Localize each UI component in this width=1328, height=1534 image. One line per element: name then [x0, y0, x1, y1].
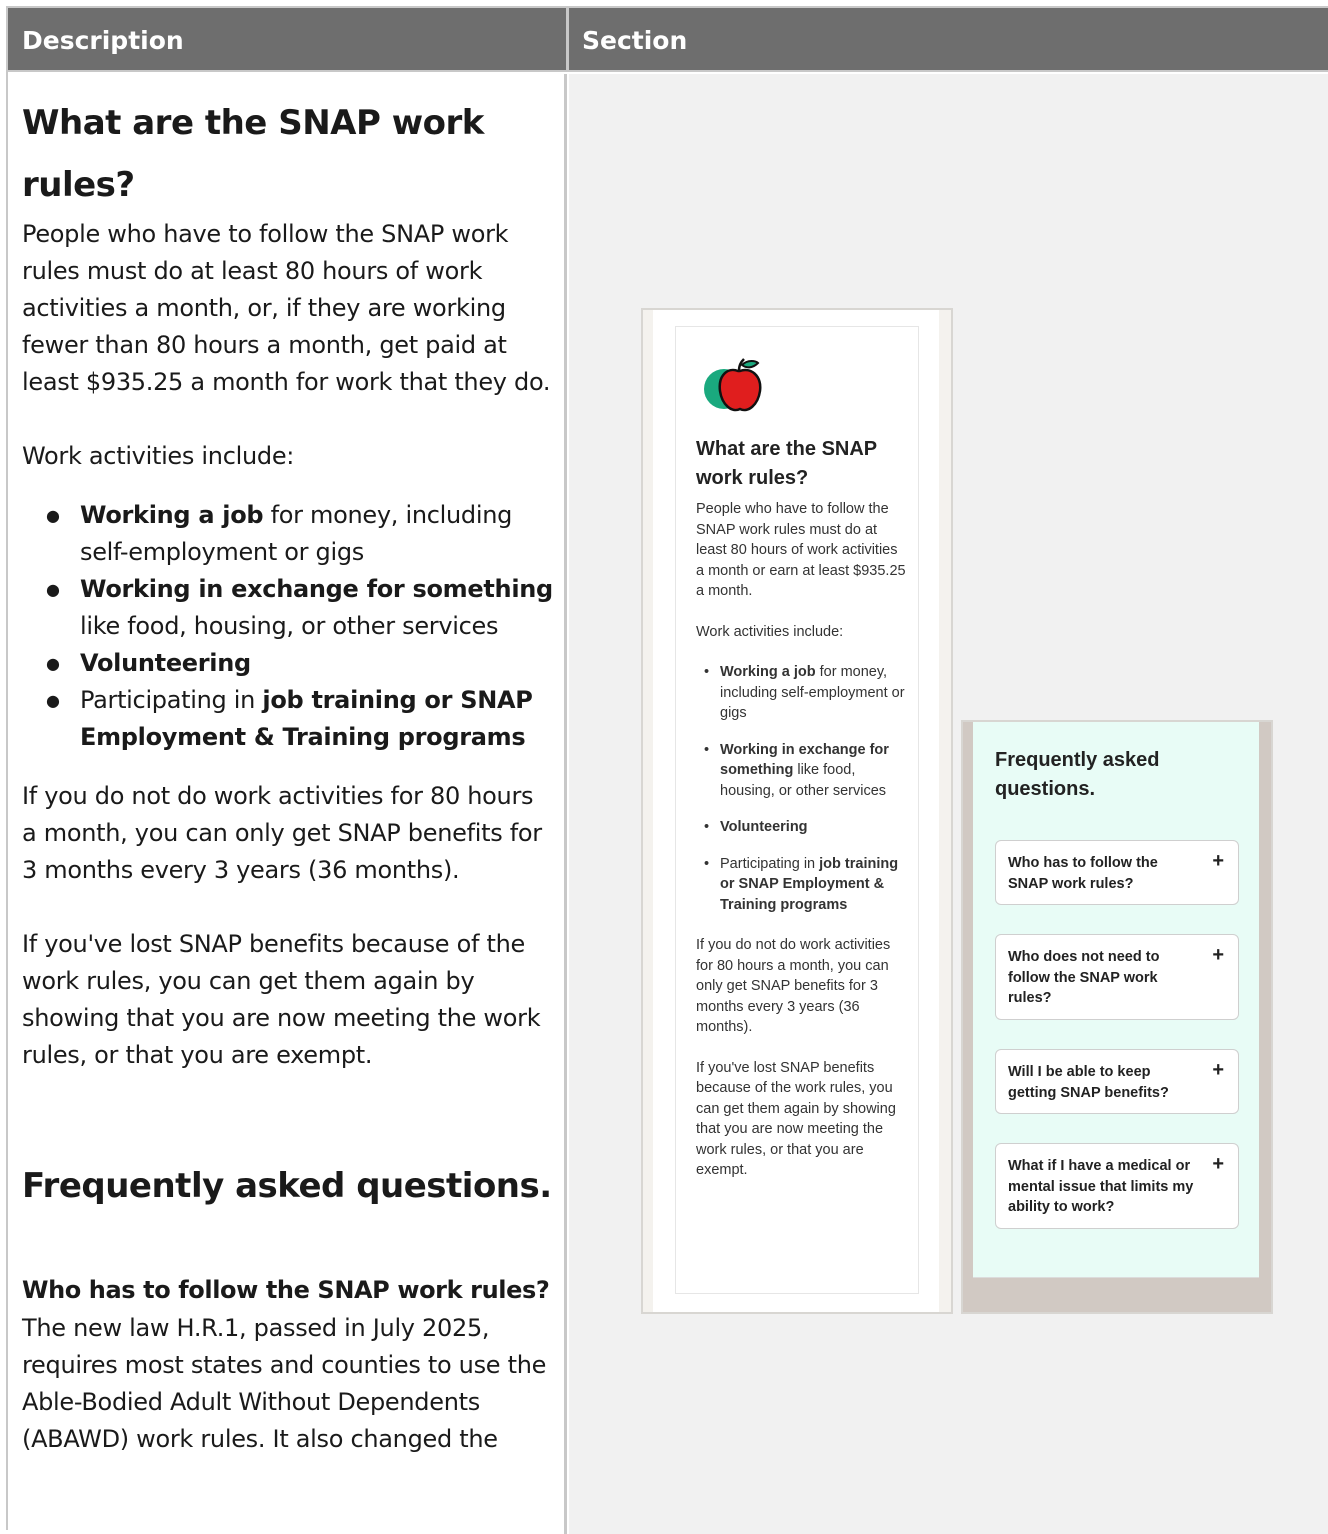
- list-item: Participating in job training or SNAP Em…: [704, 854, 906, 916]
- activities-list: Working a job for money, including self-…: [22, 497, 553, 756]
- rules-card-lost: If you've lost SNAP benefits because of …: [696, 1059, 896, 1179]
- header-description: Description: [22, 26, 184, 55]
- faq-heading: Frequently asked questions.: [22, 1166, 552, 1206]
- lost-benefits-text: If you've lost SNAP benefits because of …: [22, 930, 541, 1069]
- activities-label: Work activities include:: [22, 442, 295, 470]
- faq-answer-1: The new law H.R.1, passed in July 2025, …: [22, 1314, 547, 1453]
- list-item: Participating in job training or SNAP Em…: [46, 682, 553, 756]
- faq-panel-title: Frequently asked questions.: [995, 749, 1160, 800]
- faq-accordion-item[interactable]: Who has to follow the SNAP work rules? +: [995, 840, 1239, 905]
- limit-text: If you do not do work activities for 80 …: [22, 782, 542, 884]
- rules-card-activities-label: Work activities include:: [696, 623, 844, 640]
- faq-question-1: Who has to follow the SNAP work rules?: [22, 1276, 550, 1304]
- plus-icon[interactable]: +: [1212, 851, 1224, 871]
- rules-card-limit: If you do not do work activities for 80 …: [696, 937, 891, 1035]
- rules-card: What are the SNAP work rules? People who…: [675, 326, 919, 1294]
- content-table: Description Section What are the SNAP wo…: [6, 6, 1328, 1534]
- list-item: Working in exchange for something like f…: [704, 740, 906, 802]
- plus-icon[interactable]: +: [1212, 945, 1224, 965]
- list-item: Volunteering: [704, 817, 906, 838]
- list-item: Volunteering: [46, 645, 553, 682]
- faq-panel: Frequently asked questions. Who has to f…: [973, 722, 1259, 1278]
- apple-icon: [704, 358, 762, 412]
- list-item: Working in exchange for something like f…: [46, 571, 553, 645]
- plus-icon[interactable]: +: [1212, 1060, 1224, 1080]
- description-intro: People who have to follow the SNAP work …: [22, 220, 551, 396]
- rules-card-intro: People who have to follow the SNAP work …: [696, 501, 906, 599]
- plus-icon[interactable]: +: [1212, 1154, 1224, 1174]
- rules-card-list: Working a job for money, including self-…: [696, 662, 906, 915]
- table-header: Description Section: [8, 8, 1328, 72]
- section-column: What are the SNAP work rules? People who…: [569, 74, 1328, 1534]
- description-column: What are the SNAP work rules? People who…: [8, 74, 567, 1534]
- faq-accordion-item[interactable]: What if I have a medical or mental issue…: [995, 1143, 1239, 1229]
- header-divider: [566, 8, 569, 72]
- rules-card-title: What are the SNAP work rules?: [696, 438, 877, 489]
- mock-phone-faq: Frequently asked questions. Who has to f…: [961, 720, 1273, 1314]
- header-section: Section: [582, 26, 688, 55]
- description-title: What are the SNAP work rules?: [22, 103, 484, 205]
- faq-accordion-item[interactable]: Who does not need to follow the SNAP wor…: [995, 934, 1239, 1020]
- mock-phone-rules: What are the SNAP work rules? People who…: [641, 308, 953, 1314]
- faq-accordion-item[interactable]: Will I be able to keep getting SNAP bene…: [995, 1049, 1239, 1114]
- list-item: Working a job for money, including self-…: [704, 662, 906, 724]
- list-item: Working a job for money, including self-…: [46, 497, 553, 571]
